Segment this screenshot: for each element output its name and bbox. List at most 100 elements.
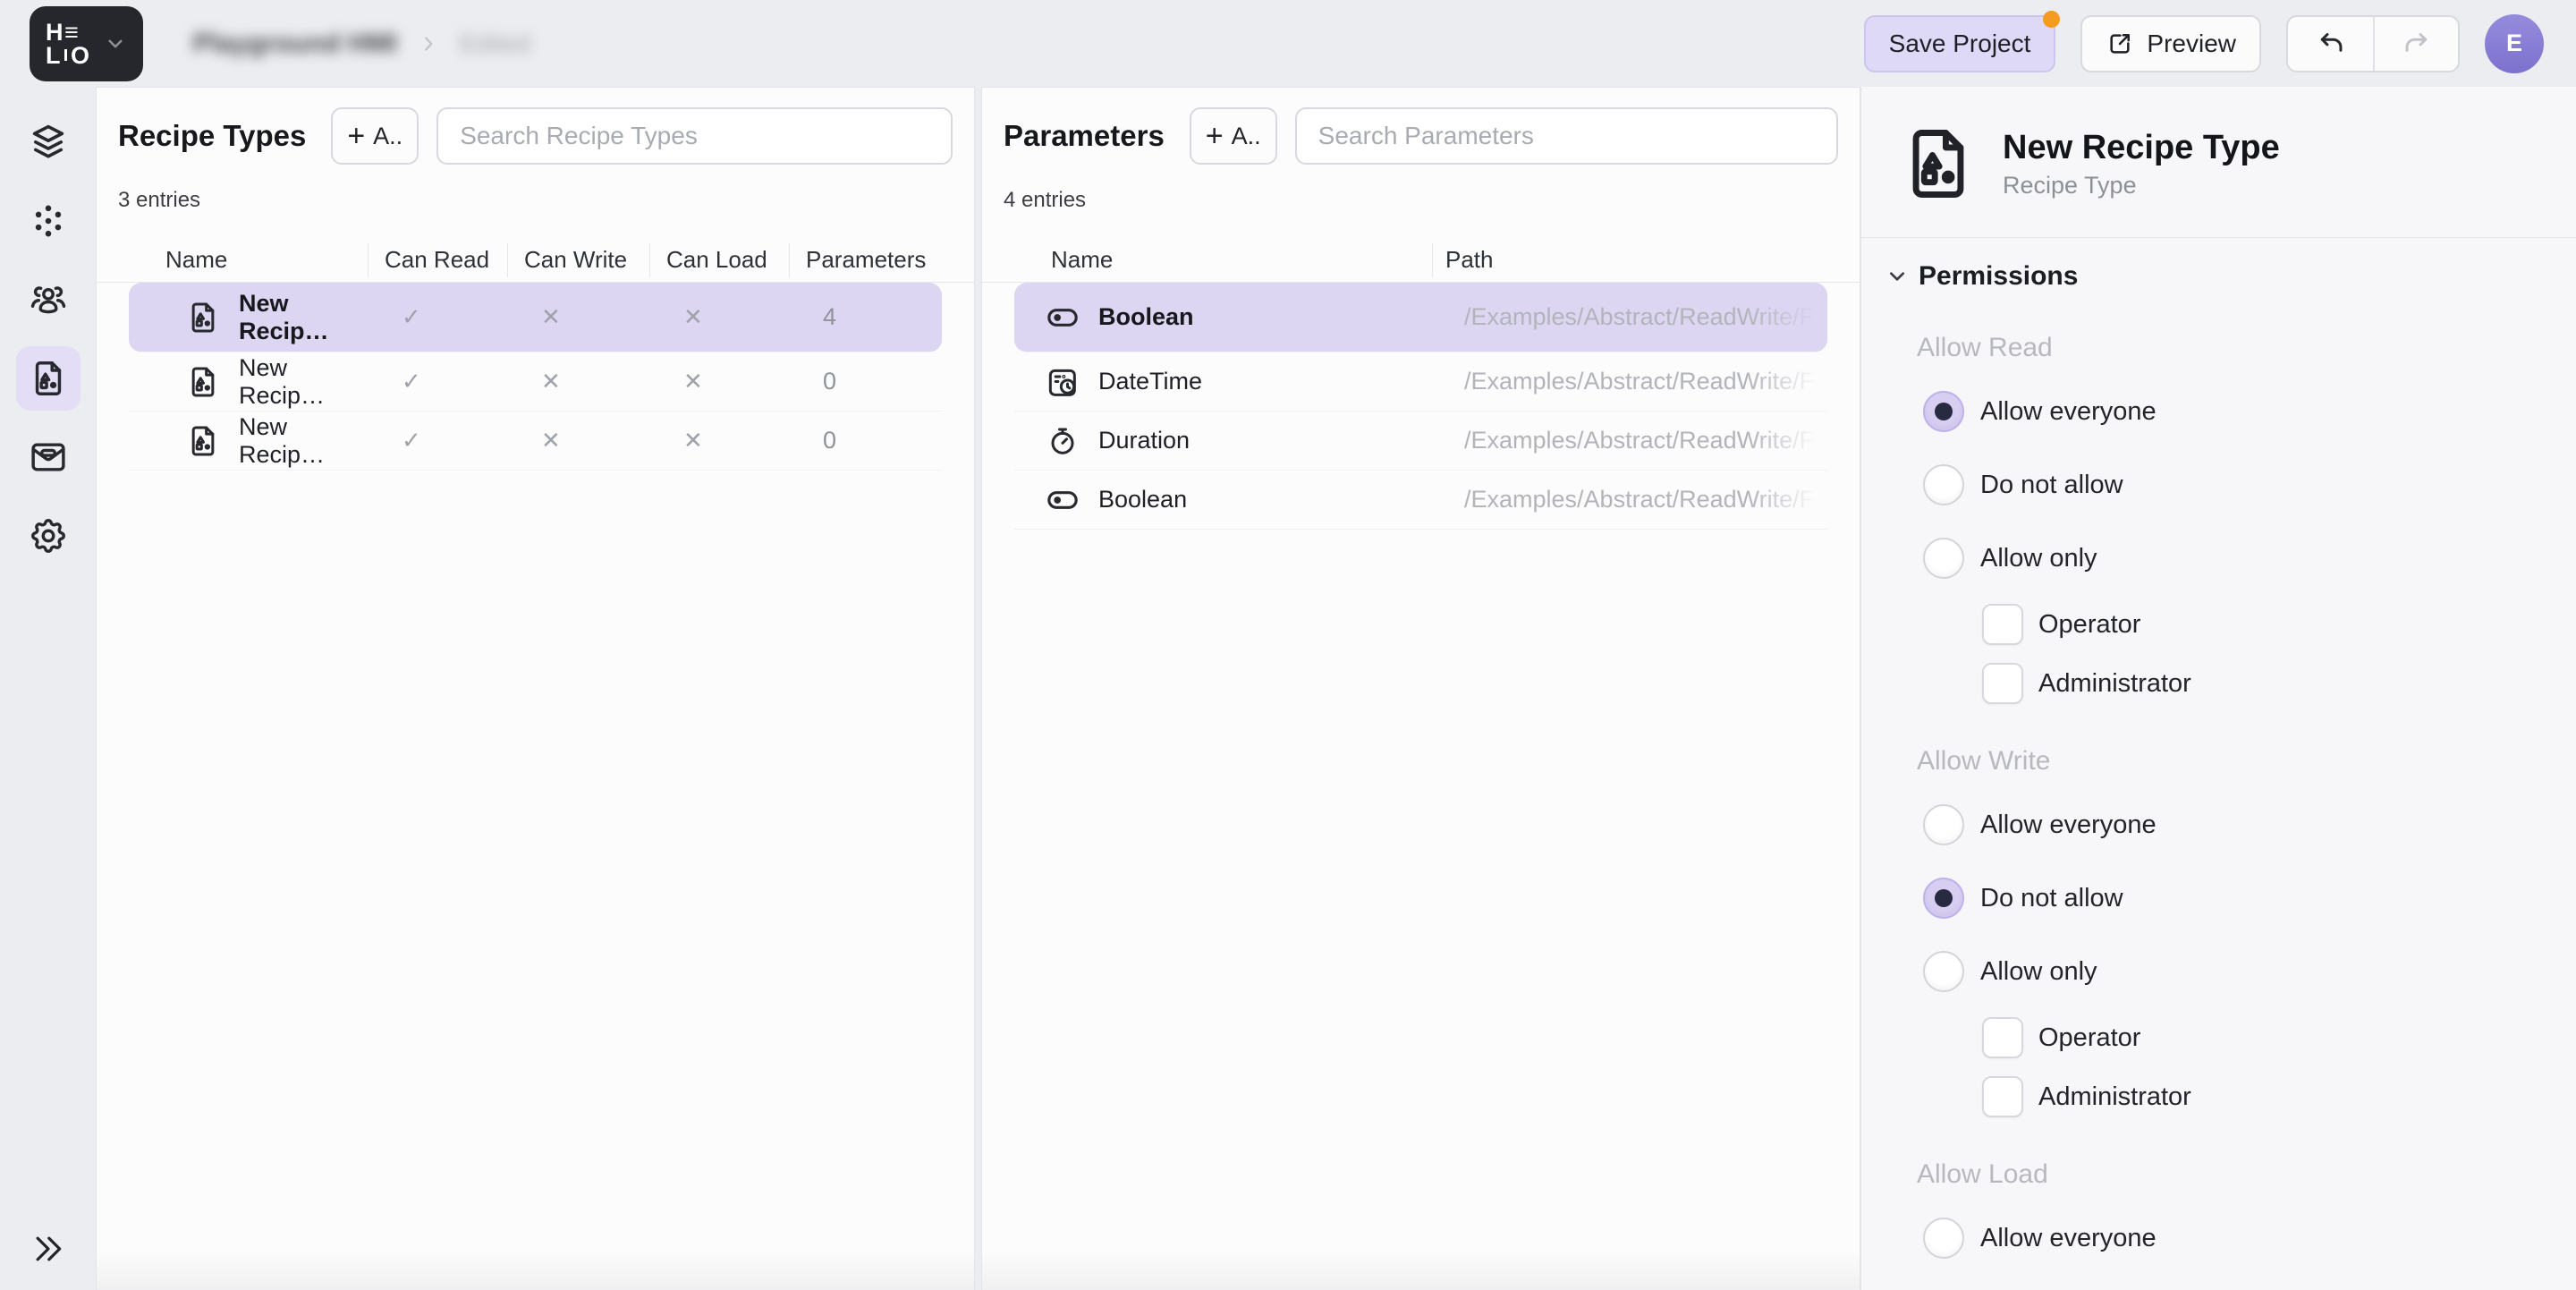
recipe-types-table-header: Name Can Read Can Write Can Load Paramet… — [97, 238, 974, 283]
layers-icon — [28, 122, 69, 163]
unsaved-changes-dot — [2043, 11, 2060, 28]
parameter-row[interactable]: Duration /Examples/Abstract/ReadWrite/Fo… — [1014, 412, 1827, 471]
sidebar-item-users[interactable] — [16, 267, 80, 332]
parameters-table-header: Name Path — [982, 238, 1860, 283]
add-parameter-button[interactable]: + A.. — [1190, 107, 1277, 165]
parameter-row[interactable]: DateTime /Examples/Abstract/ReadWrite/Fo… — [1014, 352, 1827, 412]
radio-allow-everyone[interactable]: Allow everyone — [1923, 390, 2540, 433]
radio-allow-everyone[interactable]: Allow everyone — [1923, 803, 2540, 846]
can-read-mark: ✓ — [402, 368, 421, 395]
can-read-mark: ✓ — [402, 427, 421, 454]
checkbox-administrator[interactable]: Administrator — [1982, 662, 2540, 705]
redo-icon — [2401, 28, 2433, 60]
sidebar-item-layers[interactable] — [16, 110, 80, 174]
checkbox[interactable] — [1982, 663, 2023, 704]
column-header-path: Path — [1432, 243, 1817, 277]
parameters-title: Parameters — [1004, 119, 1165, 153]
radio-allow-only[interactable]: Allow only — [1923, 950, 2540, 993]
widgets-dots-icon — [28, 200, 69, 242]
allow-read-label: Allow Read — [1917, 333, 2540, 363]
can-write-mark: ✕ — [541, 427, 561, 454]
recipe-type-row[interactable]: New Recip… ✓ ✕ ✕ 0 — [129, 412, 942, 471]
allow-load-group: Allow Load Allow everyone Do not allow — [1883, 1159, 2540, 1290]
recipe-doc-icon — [185, 423, 221, 459]
double-chevron-right-icon — [31, 1232, 65, 1266]
parameters-entry-count: 4 entries — [1004, 188, 1838, 213]
parameter-row[interactable]: Boolean /Examples/Abstract/ReadWrite/For… — [1014, 283, 1827, 352]
checkbox-operator[interactable]: Operator — [1982, 603, 2540, 646]
search-recipe-types-input[interactable] — [436, 107, 953, 165]
checkbox[interactable] — [1982, 1017, 2023, 1058]
settings-gear-icon — [28, 515, 69, 556]
can-load-mark: ✕ — [683, 303, 703, 331]
parameter-row[interactable]: Boolean /Examples/Abstract/ReadWrite/For… — [1014, 471, 1827, 530]
app-window: H≡ LO Playground HMI Edited Save Project… — [0, 0, 2576, 1290]
can-load-mark: ✕ — [683, 368, 703, 395]
radio-button-checked[interactable] — [1923, 878, 1964, 919]
breadcrumb: Playground HMI Edited — [193, 29, 531, 59]
column-header-name: Name — [1025, 243, 1432, 277]
radio-button[interactable] — [1923, 538, 1964, 579]
search-parameters-input[interactable] — [1295, 107, 1838, 165]
recipe-type-row[interactable]: New Recip… ✓ ✕ ✕ 0 — [129, 352, 942, 412]
column-header-can-read: Can Read — [368, 243, 507, 277]
recipe-types-panel: Recipe Types + A.. 3 entries Name Can Re… — [96, 87, 975, 1290]
undo-button[interactable] — [2288, 17, 2373, 71]
allow-write-group: Allow Write Allow everyone Do not allow … — [1883, 746, 2540, 1118]
parameter-path: /Examples/Abstract/ReadWrite/ForEv — [1464, 303, 1827, 331]
app-logo-menu[interactable]: H≡ LO — [30, 6, 143, 81]
breadcrumb-project-name[interactable]: Playground HMI — [193, 29, 397, 59]
save-project-label: Save Project — [1889, 30, 2031, 58]
radio-do-not-allow[interactable]: Do not allow — [1923, 877, 2540, 920]
radio-do-not-allow[interactable]: Do not allow — [1923, 463, 2540, 506]
preview-label: Preview — [2147, 30, 2236, 58]
can-write-mark: ✕ — [541, 368, 561, 395]
redo-button[interactable] — [2373, 17, 2458, 71]
save-project-button[interactable]: Save Project — [1864, 15, 2056, 72]
external-link-icon — [2106, 30, 2134, 58]
breadcrumb-status: Edited — [460, 30, 530, 58]
mail-icon — [28, 437, 69, 478]
parameters-count: 0 — [823, 368, 836, 395]
recipes-icon — [28, 358, 69, 399]
inspector-panel: New Recipe Type Recipe Type Permissions … — [1860, 87, 2576, 1290]
add-recipe-type-button[interactable]: + A.. — [331, 107, 419, 165]
sidebar-rail — [0, 87, 96, 1290]
chevron-down-icon — [1883, 262, 1911, 291]
sidebar-item-settings[interactable] — [16, 504, 80, 568]
checkbox[interactable] — [1982, 604, 2023, 645]
radio-button[interactable] — [1923, 951, 1964, 992]
radio-allow-only[interactable]: Allow only — [1923, 537, 2540, 580]
user-avatar[interactable]: E — [2485, 14, 2544, 73]
allow-read-group: Allow Read Allow everyone Do not allow A… — [1883, 333, 2540, 705]
allow-load-label: Allow Load — [1917, 1159, 2540, 1190]
parameter-path: /Examples/Abstract/ReadWrite/ForEv — [1464, 368, 1827, 395]
permissions-section-header[interactable]: Permissions — [1883, 261, 2540, 292]
parameter-path: /Examples/Abstract/ReadWrite/ForEv — [1464, 427, 1827, 454]
plus-icon: + — [1206, 121, 1224, 151]
undo-icon — [2315, 28, 2347, 60]
column-header-parameters: Parameters — [789, 243, 931, 277]
sidebar-item-recipes[interactable] — [16, 346, 80, 411]
radio-allow-everyone[interactable]: Allow everyone — [1923, 1217, 2540, 1260]
radio-button[interactable] — [1923, 1218, 1964, 1259]
parameters-count: 4 — [823, 303, 836, 331]
checkbox[interactable] — [1982, 1076, 2023, 1117]
sidebar-expand-button[interactable] — [27, 1227, 70, 1270]
stopwatch-icon — [1045, 423, 1080, 459]
chevron-down-icon — [102, 30, 129, 57]
column-header-name: Name — [140, 243, 368, 277]
sidebar-item-widgets[interactable] — [16, 189, 80, 253]
preview-button[interactable]: Preview — [2080, 15, 2261, 72]
radio-button[interactable] — [1923, 804, 1964, 845]
recipe-type-row[interactable]: New Recip… ✓ ✕ ✕ 4 — [129, 283, 942, 352]
inspector-title: New Recipe Type — [2003, 128, 2280, 169]
checkbox-operator[interactable]: Operator — [1982, 1016, 2540, 1059]
radio-button-checked[interactable] — [1923, 391, 1964, 432]
users-icon — [28, 279, 69, 320]
checkbox-administrator[interactable]: Administrator — [1982, 1075, 2540, 1118]
radio-button[interactable] — [1923, 464, 1964, 505]
sidebar-item-messages[interactable] — [16, 425, 80, 489]
avatar-initial: E — [2506, 30, 2522, 57]
column-header-can-write: Can Write — [507, 243, 649, 277]
